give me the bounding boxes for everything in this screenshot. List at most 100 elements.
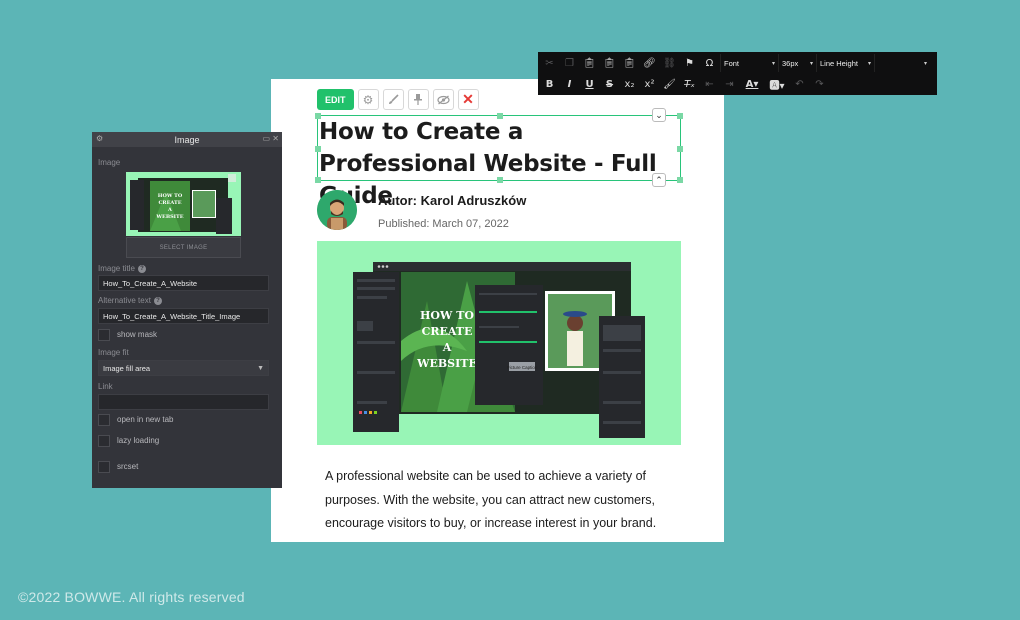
srcset-checkbox[interactable]: [98, 461, 110, 473]
italic-button[interactable]: I: [560, 75, 579, 93]
edit-button[interactable]: EDIT: [317, 89, 354, 110]
thumb-title-line: A: [167, 207, 172, 213]
alt-text-label: Alternative text?: [98, 296, 162, 305]
redo-icon: ↷: [815, 78, 824, 90]
hero-image[interactable]: HOW TO CREATE A WEBSITE Picture Caption: [317, 241, 681, 445]
special-char-button[interactable]: Ω: [700, 54, 719, 72]
link-input[interactable]: [98, 394, 269, 410]
thumb-title-line: CREATE: [158, 200, 181, 206]
style-button[interactable]: [382, 89, 404, 110]
unlink-button[interactable]: ⛓: [660, 54, 679, 72]
hide-button[interactable]: [432, 89, 454, 110]
toolbar-row-bottom: B I U S x₂ x² 🖌︎ T̶ₓ ⇤ ⇥ A▾ 🅰︎▾ ↶ ↷: [540, 74, 830, 94]
font-select-label: Font: [724, 58, 740, 68]
page-preview: EDIT ⚙ ✕ How to Create a Professional We…: [271, 79, 724, 542]
scissors-icon: ✂: [545, 57, 554, 69]
copy-icon: ❐: [565, 57, 574, 69]
indent-icon: ⇥: [725, 78, 734, 90]
hero-title-line: CREATE: [422, 325, 473, 338]
author-avatar: [317, 190, 357, 230]
style-select[interactable]: ▾: [874, 54, 930, 72]
text-color-icon: A▾: [745, 78, 759, 90]
copyright-footer: ©2022 BOWWE. All rights reserved: [18, 589, 245, 605]
subscript-button[interactable]: x₂: [620, 75, 639, 93]
cut-button[interactable]: ✂: [540, 54, 559, 72]
omega-icon: Ω: [705, 57, 714, 69]
chevron-down-icon: ⌄: [655, 109, 663, 120]
indent-button[interactable]: ⇥: [720, 75, 739, 93]
image-fit-select[interactable]: Image fill area ▼: [98, 360, 269, 376]
superscript-icon: x²: [644, 78, 655, 90]
redo-button[interactable]: ↷: [810, 75, 829, 93]
thumb-title-line: WEBSITE: [155, 214, 183, 220]
image-title-input[interactable]: How_To_Create_A_Website: [98, 275, 269, 291]
link-label: Link: [98, 382, 113, 391]
line-height-select[interactable]: Line Height ▾: [816, 54, 874, 72]
pin-button[interactable]: [407, 89, 429, 110]
link-button[interactable]: 🔗︎: [640, 54, 659, 72]
copy-button[interactable]: ❐: [560, 54, 579, 72]
pin-icon: [414, 94, 423, 105]
bg-color-icon: 🅰︎▾: [769, 80, 785, 92]
help-icon[interactable]: ?: [137, 264, 146, 273]
bold-button[interactable]: B: [540, 75, 559, 93]
author-name: Autor: Karol Adruszków: [378, 193, 527, 208]
image-settings-panel: ⚙ Image ▭ ✕ Image HOW TO CREATE A WEBSIT…: [92, 132, 282, 488]
toolbar-row-top: ✂ ❐ 📋︎ 📋︎ 📋︎ 🔗︎ ⛓ ⚑ Ω Font ▾ 36px ▾ Line H…: [540, 53, 930, 73]
lazy-loading-label: lazy loading: [117, 436, 160, 445]
close-icon[interactable]: ✕: [272, 134, 279, 143]
format-painter-button[interactable]: 🖌︎: [660, 75, 679, 93]
show-mask-checkbox[interactable]: [98, 329, 110, 341]
paste-button[interactable]: 📋︎: [580, 54, 599, 72]
brush-icon: [388, 94, 399, 104]
alt-text-input[interactable]: How_To_Create_A_Website_Title_Image: [98, 308, 269, 324]
caret-down-icon: ▾: [923, 60, 927, 67]
clipboard-icon: 📋︎: [583, 57, 596, 69]
select-image-button[interactable]: SELECT IMAGE: [126, 237, 241, 258]
font-size-select[interactable]: 36px ▾: [778, 54, 816, 72]
eye-slash-icon: [436, 95, 450, 104]
image-fit-label: Image fit: [98, 348, 129, 357]
paste-text-button[interactable]: 📋︎: [600, 54, 619, 72]
anchor-button[interactable]: ⚑: [680, 54, 699, 72]
delete-button[interactable]: ✕: [457, 89, 479, 110]
panel-controls: ▭ ✕: [263, 134, 280, 143]
move-up-button[interactable]: ⌃: [652, 173, 666, 187]
clipboard-text-icon: 📋︎: [603, 57, 616, 69]
hero-tag: Picture Caption: [507, 365, 538, 370]
help-icon[interactable]: ?: [153, 296, 162, 305]
superscript-button[interactable]: x²: [640, 75, 659, 93]
settings-icon[interactable]: ⚙: [96, 134, 103, 143]
flag-icon: ⚑: [685, 57, 694, 69]
outdent-button[interactable]: ⇤: [700, 75, 719, 93]
strikethrough-button[interactable]: S: [600, 75, 619, 93]
title-selection-box[interactable]: How to Create a Professional Website - F…: [315, 108, 683, 209]
chevron-up-icon: ⌃: [655, 174, 663, 185]
text-color-button[interactable]: A▾: [740, 75, 764, 93]
undo-button[interactable]: ↶: [790, 75, 809, 93]
font-select[interactable]: Font ▾: [720, 54, 778, 72]
underline-button[interactable]: U: [580, 75, 599, 93]
panel-header[interactable]: ⚙ Image ▭ ✕: [92, 132, 282, 147]
lazy-loading-checkbox[interactable]: [98, 435, 110, 447]
clipboard-word-icon: 📋︎: [623, 57, 636, 69]
clear-format-button[interactable]: T̶ₓ: [680, 75, 699, 93]
article-body: A professional website can be used to ac…: [325, 469, 657, 530]
image-title-label: Image title?: [98, 264, 146, 273]
rich-text-toolbar: ✂ ❐ 📋︎ 📋︎ 📋︎ 🔗︎ ⛓ ⚑ Ω Font ▾ 36px ▾ Line H…: [538, 52, 937, 95]
image-thumbnail[interactable]: HOW TO CREATE A WEBSITE: [126, 172, 241, 236]
thumb-title-line: HOW TO: [158, 193, 183, 199]
move-down-button[interactable]: ⌄: [652, 108, 666, 122]
image-label: Image: [98, 158, 121, 167]
outdent-icon: ⇤: [705, 78, 714, 90]
close-icon: ✕: [462, 91, 474, 107]
undo-icon: ↶: [795, 78, 804, 90]
paste-word-button[interactable]: 📋︎: [620, 54, 639, 72]
panel-title: Image: [174, 134, 200, 145]
caret-down-icon: ▾: [809, 60, 813, 67]
bg-color-button[interactable]: 🅰︎▾: [765, 75, 789, 93]
settings-button[interactable]: ⚙: [357, 89, 379, 110]
caret-down-icon: ▼: [257, 364, 264, 372]
minimize-icon[interactable]: ▭: [263, 134, 271, 143]
open-new-tab-checkbox[interactable]: [98, 414, 110, 426]
